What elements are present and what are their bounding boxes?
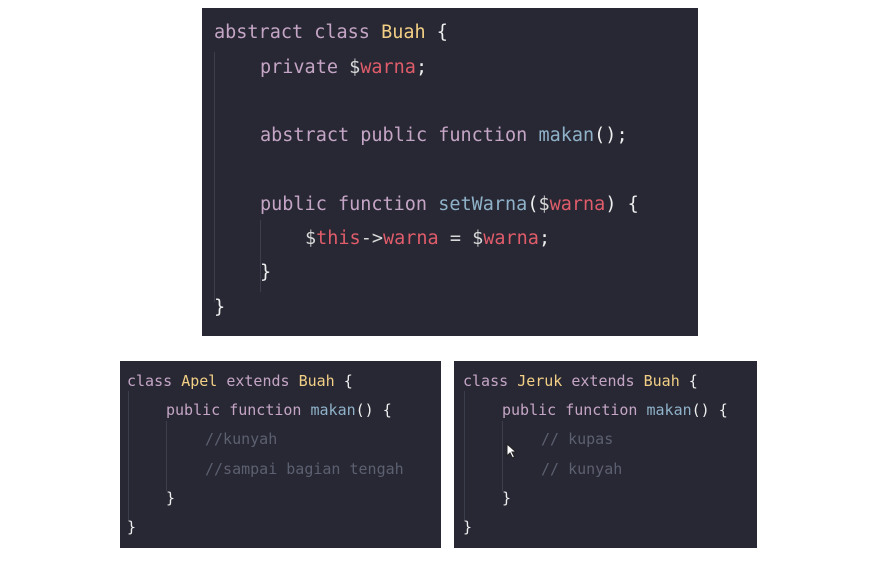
brace: } bbox=[502, 489, 512, 507]
dollar-sign: $ bbox=[538, 194, 550, 215]
class-name: Apel bbox=[181, 372, 218, 390]
function-name: setWarna bbox=[438, 194, 528, 215]
code-line: //sampai bagian tengah bbox=[205, 459, 404, 479]
comment: // kunyah bbox=[541, 460, 623, 478]
punctuation: (); bbox=[594, 125, 628, 146]
comment: //kunyah bbox=[205, 430, 278, 448]
keyword: function bbox=[337, 194, 428, 215]
paren: ) bbox=[605, 194, 617, 215]
indent-guide bbox=[214, 52, 215, 302]
dollar-sign: $ bbox=[472, 228, 484, 249]
paren: ( bbox=[527, 194, 539, 215]
code-panel-jeruk: class Jeruk extends Buah { public functi… bbox=[454, 361, 757, 548]
indent-guide bbox=[128, 391, 129, 521]
brace: } bbox=[214, 297, 226, 318]
keyword: private bbox=[260, 57, 338, 78]
assign-operator: = bbox=[449, 228, 461, 249]
brace: } bbox=[166, 489, 176, 507]
keyword: public bbox=[502, 401, 557, 419]
indent-guide bbox=[502, 421, 503, 491]
code-line: } bbox=[127, 517, 136, 537]
brace: { bbox=[688, 372, 698, 390]
dollar-sign: $ bbox=[305, 228, 317, 249]
code-line: public function setWarna($warna) { bbox=[260, 193, 639, 217]
this-keyword: this bbox=[316, 228, 361, 249]
keyword: extends bbox=[226, 372, 290, 390]
code-panel-buah: abstract class Buah { private $warna; ab… bbox=[202, 8, 698, 336]
parent-class-name: Buah bbox=[298, 372, 335, 390]
keyword: class bbox=[463, 372, 509, 390]
indent-guide bbox=[166, 421, 167, 491]
code-line: abstract class Buah { bbox=[214, 21, 448, 45]
class-name: Jeruk bbox=[517, 372, 563, 390]
keyword: public bbox=[360, 125, 428, 146]
code-line: } bbox=[463, 517, 472, 537]
code-line: private $warna; bbox=[260, 56, 427, 80]
comment: // kupas bbox=[541, 430, 614, 448]
mouse-cursor-icon bbox=[506, 443, 518, 459]
keyword: extends bbox=[571, 372, 635, 390]
comment: //sampai bagian tengah bbox=[205, 460, 404, 478]
keyword: function bbox=[229, 401, 302, 419]
code-line: } bbox=[502, 488, 511, 508]
property: warna bbox=[382, 228, 439, 249]
code-line: // kunyah bbox=[541, 459, 622, 479]
brace: { bbox=[718, 401, 728, 419]
semicolon: ; bbox=[538, 228, 551, 249]
paren: () bbox=[355, 401, 374, 419]
code-line: class Jeruk extends Buah { bbox=[463, 371, 698, 391]
keyword: public bbox=[166, 401, 221, 419]
brace: { bbox=[627, 194, 639, 215]
function-name: makan bbox=[538, 125, 595, 146]
code-line: } bbox=[260, 261, 271, 285]
brace: } bbox=[260, 262, 272, 283]
brace: { bbox=[343, 372, 353, 390]
brace: } bbox=[127, 518, 137, 536]
variable: warna bbox=[549, 194, 606, 215]
code-line: } bbox=[166, 488, 175, 508]
code-line: public function makan() { bbox=[502, 400, 728, 420]
keyword: public bbox=[260, 194, 327, 215]
brace: { bbox=[382, 401, 392, 419]
keyword: function bbox=[565, 401, 638, 419]
semicolon: ; bbox=[415, 57, 428, 78]
arrow-operator: -> bbox=[360, 228, 383, 249]
code-panel-apel: class Apel extends Buah { public functio… bbox=[120, 361, 441, 548]
keyword: abstract bbox=[214, 22, 304, 43]
function-name: makan bbox=[646, 401, 692, 419]
code-line: //kunyah bbox=[205, 429, 277, 449]
keyword: abstract bbox=[260, 125, 350, 146]
code-line: } bbox=[214, 296, 225, 320]
parent-class-name: Buah bbox=[643, 372, 680, 390]
brace: { bbox=[436, 22, 448, 43]
dollar-sign: $ bbox=[349, 57, 361, 78]
code-line: public function makan() { bbox=[166, 400, 392, 420]
code-line: // kupas bbox=[541, 429, 613, 449]
indent-guide bbox=[464, 391, 465, 521]
function-name: makan bbox=[310, 401, 356, 419]
code-line: abstract public function makan(); bbox=[260, 124, 628, 148]
variable: warna bbox=[483, 228, 539, 249]
code-line: $this->warna = $warna; bbox=[305, 227, 550, 251]
variable: warna bbox=[360, 57, 416, 78]
keyword: class bbox=[127, 372, 173, 390]
brace: } bbox=[463, 518, 473, 536]
paren: () bbox=[691, 401, 710, 419]
keyword: class bbox=[314, 22, 370, 43]
code-line: class Apel extends Buah { bbox=[127, 371, 353, 391]
keyword: function bbox=[438, 125, 528, 146]
class-name: Buah bbox=[381, 22, 426, 43]
